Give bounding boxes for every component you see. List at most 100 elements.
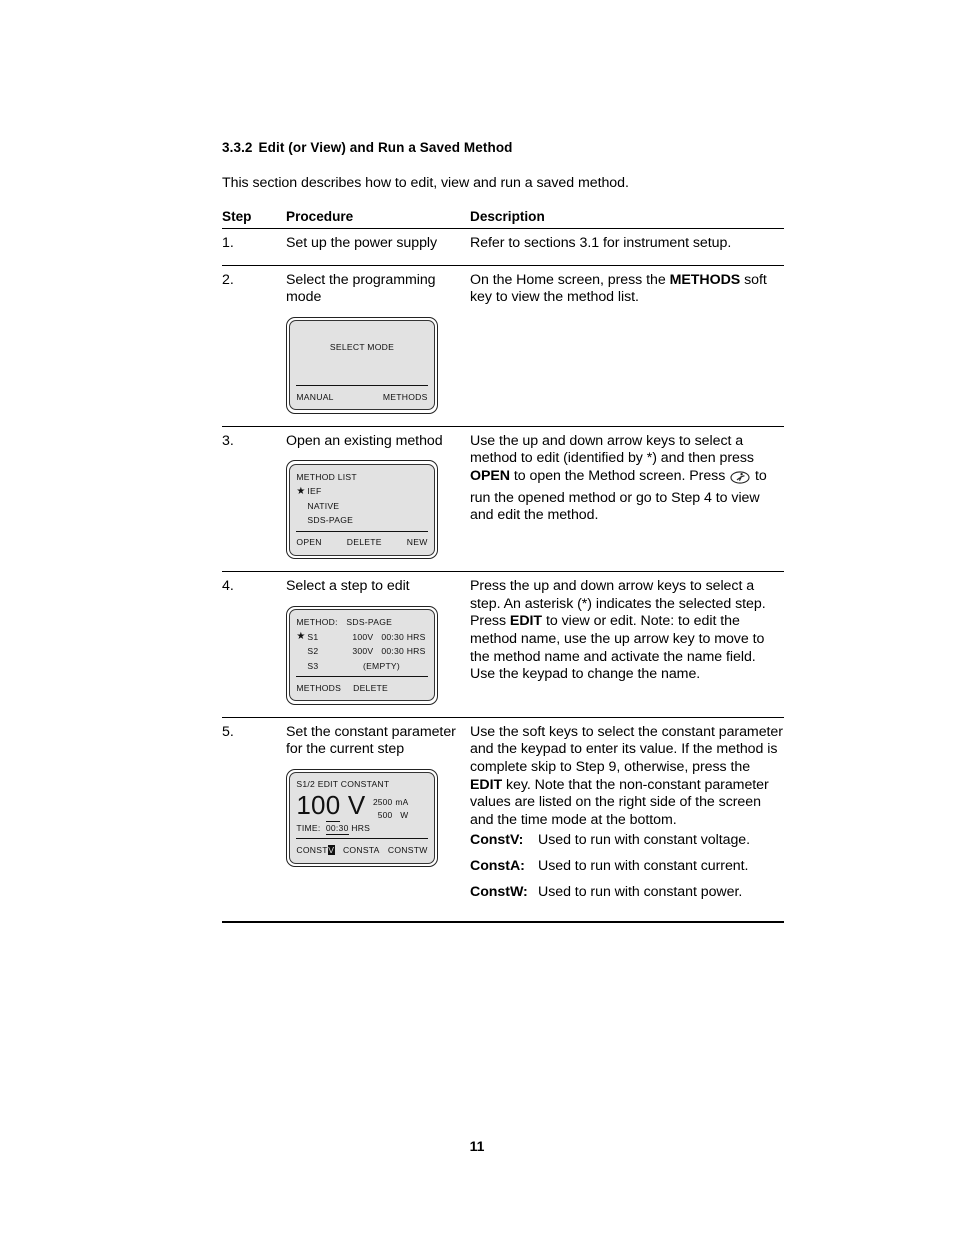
lcd-frame: METHOD: SDS-PAGE ★ S1 100V 00:30 HRS S2 … bbox=[286, 605, 438, 705]
desc-emphasis-edit: EDIT bbox=[470, 776, 503, 793]
list-item[interactable]: S3 (EMPTY) bbox=[296, 659, 427, 674]
section-title: Edit (or View) and Run a Saved Method bbox=[258, 140, 513, 155]
page-content: 3.3.2 Edit (or View) and Run a Saved Meth… bbox=[222, 0, 784, 924]
list-item[interactable]: ★ IEF bbox=[296, 484, 427, 499]
value-unit: V bbox=[347, 790, 366, 821]
power-value: 500 bbox=[377, 809, 393, 820]
softkey-delete[interactable]: DELETE bbox=[353, 680, 388, 698]
softkey-open[interactable]: OPEN bbox=[296, 534, 321, 552]
lcd-select-mode-screen: SELECT MODE MANUAL METHODS bbox=[286, 316, 470, 414]
selected-marker-icon: ★ bbox=[296, 630, 306, 642]
softkey-constv-text: CONST bbox=[296, 844, 328, 855]
selected-marker-icon: ★ bbox=[296, 486, 306, 498]
marker-placeholder bbox=[296, 644, 307, 659]
lcd-display-area: METHOD: SDS-PAGE ★ S1 100V 00:30 HRS S2 … bbox=[296, 615, 427, 673]
lcd-frame: SELECT MODE MANUAL METHODS bbox=[286, 316, 438, 414]
step-procedure-text: Select the programming mode bbox=[286, 271, 436, 306]
lcd-display-area: METHOD LIST ★ IEF NATIVE SDS-PAGE bbox=[296, 470, 427, 528]
list-item[interactable]: SDS-PAGE bbox=[296, 513, 427, 528]
step-procedure-text: Set the constant parameter for the curre… bbox=[286, 723, 456, 758]
value-cursor-digit[interactable]: 0 bbox=[325, 790, 341, 823]
step-procedure: Select a step to edit METHOD: SDS-PAGE ★ bbox=[286, 571, 470, 718]
step-voltage: 100V bbox=[352, 631, 374, 642]
method-name: NATIVE bbox=[307, 500, 340, 511]
time-unit: HRS bbox=[351, 823, 371, 834]
step-procedure-text: Open an existing method bbox=[286, 432, 443, 449]
value-digits: 10 bbox=[296, 790, 326, 821]
current-unit: mA bbox=[395, 797, 409, 808]
lcd-softkey-row: CONSTV CONSTA CONSTW bbox=[296, 838, 428, 862]
desc-text-part2: key. Note that the non-constant paramete… bbox=[470, 776, 769, 828]
lcd-inner: S1/2 EDIT CONSTANT 100 V 2500mA 500W T bbox=[289, 772, 435, 864]
step-id: S3 bbox=[307, 660, 319, 671]
step-number: 4. bbox=[222, 571, 286, 718]
table-row: 1. Set up the power supply Refer to sect… bbox=[222, 228, 784, 266]
lcd-softkey-row: OPEN DELETE NEW bbox=[296, 530, 428, 555]
table-header-row: Step Procedure Description bbox=[222, 209, 784, 229]
lcd-edit-constant-screen: S1/2 EDIT CONSTANT 100 V 2500mA 500W T bbox=[286, 769, 470, 867]
method-name: SDS-PAGE bbox=[307, 515, 354, 526]
softkey-consta[interactable]: CONSTA bbox=[343, 842, 380, 860]
time-value[interactable]: 00:30 bbox=[325, 823, 349, 835]
step-id: S1 bbox=[307, 631, 319, 642]
list-item[interactable]: ★ S1 100V 00:30 HRS bbox=[296, 630, 427, 645]
desc-text-part2: to open the Method screen. Press bbox=[510, 467, 730, 484]
softkey-new[interactable]: NEW bbox=[407, 534, 428, 552]
softkey-methods[interactable]: METHODS bbox=[383, 389, 428, 407]
lcd-time-row: TIME: 00:30 HRS bbox=[296, 822, 427, 835]
lcd-display-area: SELECT MODE bbox=[296, 326, 427, 382]
list-item[interactable]: S2 300V 00:30 HRS bbox=[296, 644, 427, 659]
softkey-constw[interactable]: CONSTW bbox=[388, 842, 428, 860]
lcd-inner: METHOD: SDS-PAGE ★ S1 100V 00:30 HRS S2 … bbox=[289, 609, 435, 702]
step-voltage: 300V bbox=[352, 646, 374, 657]
step-number: 5. bbox=[222, 717, 286, 924]
definition-row: ConstV: Used to run with constant voltag… bbox=[470, 832, 784, 850]
step-number: 3. bbox=[222, 426, 286, 573]
step-time: 00:30 HRS bbox=[381, 631, 426, 642]
procedure-table: Step Procedure Description 1. Set up the… bbox=[222, 209, 784, 924]
step-procedure: Open an existing method METHOD LIST ★ IEF bbox=[286, 426, 470, 573]
method-name: IEF bbox=[307, 486, 322, 497]
definition-description: Used to run with constant power. bbox=[538, 883, 743, 900]
marker-placeholder bbox=[296, 659, 307, 674]
step-time: 00:30 HRS bbox=[381, 646, 426, 657]
step-number: 1. bbox=[222, 228, 286, 266]
definition-term: ConstW: bbox=[470, 883, 528, 900]
lcd-frame: METHOD LIST ★ IEF NATIVE SDS-PAGE OPEN D… bbox=[286, 460, 438, 560]
table-row: 5. Set the constant parameter for the cu… bbox=[222, 717, 784, 924]
softkey-delete[interactable]: DELETE bbox=[347, 534, 382, 552]
lcd-value-area: 100 V 2500 mA 500 W bbox=[296, 790, 427, 823]
step-procedure-text: Select a step to edit bbox=[286, 578, 410, 595]
step-description: On the Home screen, press the METHODS so… bbox=[470, 265, 784, 427]
page-title: 3.3.2 Edit (or View) and Run a Saved Meth… bbox=[222, 140, 784, 155]
list-item[interactable]: NATIVE bbox=[296, 499, 427, 514]
lcd-frame: S1/2 EDIT CONSTANT 100 V 2500mA 500W T bbox=[286, 769, 438, 867]
page-number: 11 bbox=[469, 1138, 485, 1154]
table-row: 2. Select the programming mode SELECT MO… bbox=[222, 265, 784, 427]
softkey-constv[interactable]: CONSTV bbox=[296, 842, 335, 860]
step-description: Refer to sections 3.1 for instrument set… bbox=[470, 228, 784, 266]
section-number: 3.3.2 bbox=[222, 140, 253, 155]
method-name-value: SDS-PAGE bbox=[346, 617, 393, 628]
lcd-title: METHOD LIST bbox=[296, 471, 357, 482]
constant-definitions: ConstV: Used to run with constant voltag… bbox=[470, 832, 784, 901]
softkey-methods[interactable]: METHODS bbox=[296, 680, 341, 698]
lcd-softkey-row: MANUAL METHODS bbox=[296, 385, 428, 409]
softkey-constv-highlight: V bbox=[327, 844, 335, 855]
section-intro: This section describes how to edit, view… bbox=[222, 175, 629, 191]
step-number: 2. bbox=[222, 265, 286, 427]
definition-row: ConstW: Used to run with constant power. bbox=[470, 884, 784, 902]
lcd-inner: METHOD LIST ★ IEF NATIVE SDS-PAGE OPEN D… bbox=[289, 463, 435, 556]
definition-row: ConstA: Used to run with constant curren… bbox=[470, 858, 784, 876]
lcd-display-area: S1/2 EDIT CONSTANT 100 V 2500mA 500W T bbox=[296, 778, 427, 835]
constant-value-display: 100 V bbox=[296, 790, 366, 823]
desc-text-part1: Use the up and down arrow keys to select… bbox=[470, 432, 754, 467]
lcd-method-list-screen: METHOD LIST ★ IEF NATIVE SDS-PAGE OPEN D… bbox=[286, 460, 470, 560]
step-description: Use the soft keys to select the constant… bbox=[470, 717, 784, 924]
table-row: 3. Open an existing method METHOD LIST ★… bbox=[222, 426, 784, 573]
softkey-manual[interactable]: MANUAL bbox=[296, 389, 333, 407]
step-empty-label: (EMPTY) bbox=[362, 660, 401, 671]
lcd-inner: SELECT MODE MANUAL METHODS bbox=[289, 320, 435, 411]
current-value: 2500 bbox=[372, 797, 393, 808]
power-unit: W bbox=[400, 809, 409, 820]
